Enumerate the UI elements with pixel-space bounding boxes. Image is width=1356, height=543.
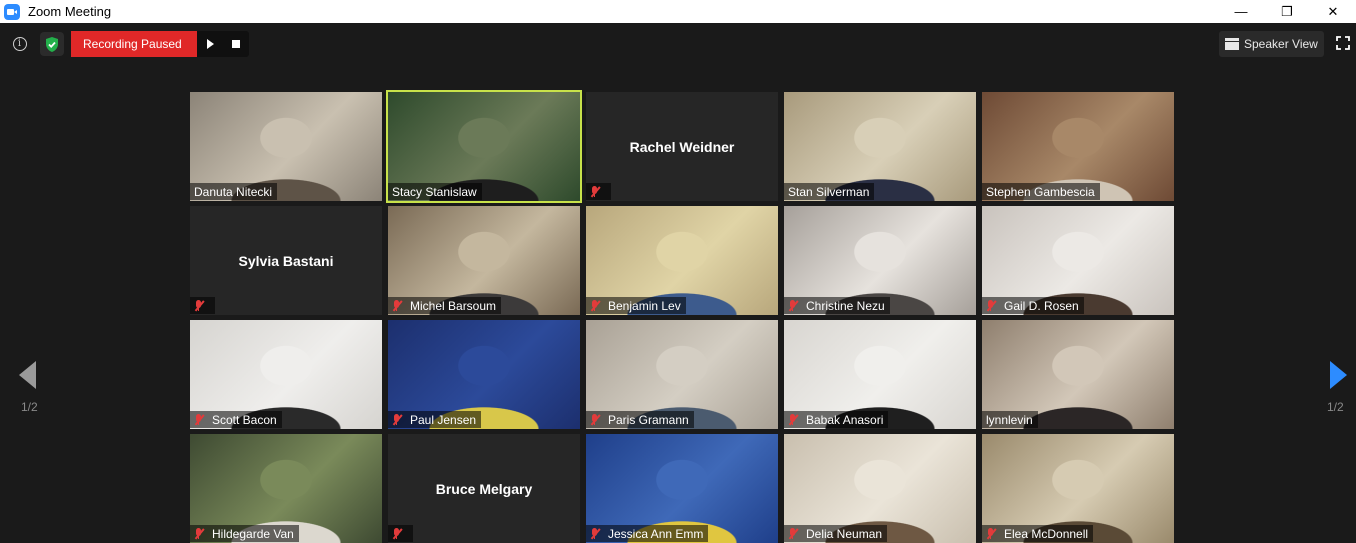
participant-nametag: Stan Silverman bbox=[784, 183, 875, 200]
participant-name: Paris Gramann bbox=[608, 412, 689, 427]
participant-nametag: Scott Bacon bbox=[190, 411, 282, 428]
security-shield-icon[interactable] bbox=[40, 32, 64, 56]
participant-tile[interactable]: Scott Bacon bbox=[190, 320, 382, 429]
participant-tile[interactable]: Stacy Stanislaw bbox=[386, 90, 582, 203]
participant-nametag: Hildegarde Van bbox=[190, 525, 299, 542]
speaker-view-icon bbox=[1225, 38, 1239, 50]
participant-tile[interactable]: Elea McDonnell bbox=[982, 434, 1174, 543]
participant-nametag: lynnlevin bbox=[982, 411, 1038, 428]
stop-icon bbox=[232, 40, 240, 48]
participant-name: Delia Neuman bbox=[806, 526, 883, 541]
participant-gallery: Danuta Nitecki Stacy Stanislaw Rachel Weid… bbox=[190, 90, 1176, 543]
participant-tile[interactable]: Sylvia Bastani bbox=[190, 206, 382, 315]
muted-mic-icon bbox=[192, 527, 206, 541]
muted-mic-icon bbox=[786, 413, 800, 427]
participant-tile[interactable]: Christine Nezu bbox=[784, 206, 976, 315]
title-bar: Zoom Meeting — ❐ ✕ bbox=[0, 0, 1356, 23]
participant-name-display: Sylvia Bastani bbox=[238, 252, 334, 269]
participant-nametag: Stacy Stanislaw bbox=[388, 183, 482, 200]
participant-name: Paul Jensen bbox=[410, 412, 477, 427]
minimize-button[interactable]: — bbox=[1218, 0, 1264, 23]
participant-name: lynnlevin bbox=[986, 412, 1033, 427]
meeting-info-icon[interactable]: i bbox=[9, 33, 30, 54]
speaker-view-label: Speaker View bbox=[1244, 37, 1318, 51]
zoom-app-icon bbox=[4, 3, 20, 20]
participant-tile[interactable]: Babak Anasori bbox=[784, 320, 976, 429]
participant-nametag: Paris Gramann bbox=[586, 411, 694, 428]
participant-name: Scott Bacon bbox=[212, 412, 277, 427]
restore-button[interactable]: ❐ bbox=[1264, 0, 1310, 23]
next-page-icon[interactable] bbox=[1330, 361, 1347, 389]
participant-tile[interactable]: Hildegarde Van bbox=[190, 434, 382, 543]
participant-tile[interactable]: Delia Neuman bbox=[784, 434, 976, 543]
participant-name: Gail D. Rosen bbox=[1004, 298, 1079, 313]
muted-mic-icon bbox=[786, 527, 800, 541]
muted-mic-icon bbox=[984, 527, 998, 541]
window-title: Zoom Meeting bbox=[28, 4, 112, 19]
participant-name-display: Rachel Weidner bbox=[629, 138, 735, 155]
participant-name: Christine Nezu bbox=[806, 298, 885, 313]
participant-tile[interactable]: Paul Jensen bbox=[388, 320, 580, 429]
page-indicator-right: 1/2 bbox=[1327, 400, 1344, 414]
participant-name: Jessica Ann Emm bbox=[608, 526, 704, 541]
recording-controls: Recording Paused bbox=[71, 31, 249, 57]
participant-tile[interactable]: Stephen Gambescia bbox=[982, 92, 1174, 201]
muted-mic-icon bbox=[588, 527, 602, 541]
participant-name-display: Bruce Melgary bbox=[435, 480, 533, 497]
muted-mic-icon bbox=[588, 413, 602, 427]
muted-mic-icon bbox=[786, 299, 800, 313]
participant-tile[interactable]: Paris Gramann bbox=[586, 320, 778, 429]
participant-tile[interactable]: Benjamin Lev bbox=[586, 206, 778, 315]
participant-nametag: Paul Jensen bbox=[388, 411, 482, 428]
participant-name: Stacy Stanislaw bbox=[392, 184, 477, 199]
participant-nametag bbox=[190, 297, 215, 314]
participant-tile[interactable]: Stan Silverman bbox=[784, 92, 976, 201]
previous-page-icon[interactable] bbox=[19, 361, 36, 389]
participant-tile[interactable]: lynnlevin bbox=[982, 320, 1174, 429]
muted-mic-icon bbox=[390, 413, 404, 427]
muted-mic-icon bbox=[390, 299, 404, 313]
participant-nametag: Delia Neuman bbox=[784, 525, 888, 542]
participant-tile[interactable]: Michel Barsoum bbox=[388, 206, 580, 315]
muted-mic-icon bbox=[984, 299, 998, 313]
recording-status: Recording Paused bbox=[71, 31, 197, 57]
participant-name: Benjamin Lev bbox=[608, 298, 681, 313]
window-controls: — ❐ ✕ bbox=[1218, 0, 1356, 23]
participant-name: Michel Barsoum bbox=[410, 298, 497, 313]
participant-nametag: Elea McDonnell bbox=[982, 525, 1094, 542]
participant-nametag: Danuta Nitecki bbox=[190, 183, 278, 200]
participant-nametag: Babak Anasori bbox=[784, 411, 889, 428]
page-indicator-left: 1/2 bbox=[21, 400, 38, 414]
participant-nametag: Michel Barsoum bbox=[388, 297, 502, 314]
participant-nametag: Gail D. Rosen bbox=[982, 297, 1084, 314]
stop-recording-button[interactable] bbox=[223, 31, 249, 57]
participant-nametag: Jessica Ann Emm bbox=[586, 525, 709, 542]
participant-tile[interactable]: Jessica Ann Emm bbox=[586, 434, 778, 543]
participant-tile[interactable]: Gail D. Rosen bbox=[982, 206, 1174, 315]
participant-name: Elea McDonnell bbox=[1004, 526, 1089, 541]
participant-nametag bbox=[388, 525, 413, 542]
participant-nametag: Stephen Gambescia bbox=[982, 183, 1100, 200]
participant-name: Hildegarde Van bbox=[212, 526, 294, 541]
muted-mic-icon bbox=[192, 299, 206, 313]
participant-tile[interactable]: Rachel Weidner bbox=[586, 92, 778, 201]
play-icon bbox=[206, 39, 214, 49]
participant-tile[interactable]: Bruce Melgary bbox=[388, 434, 580, 543]
participant-name: Danuta Nitecki bbox=[194, 184, 273, 199]
participant-nametag bbox=[586, 183, 611, 200]
resume-recording-button[interactable] bbox=[197, 31, 223, 57]
participant-nametag: Benjamin Lev bbox=[586, 297, 686, 314]
participant-name: Babak Anasori bbox=[806, 412, 884, 427]
participant-nametag: Christine Nezu bbox=[784, 297, 890, 314]
close-button[interactable]: ✕ bbox=[1310, 0, 1356, 23]
speaker-view-button[interactable]: Speaker View bbox=[1219, 31, 1324, 57]
participant-tile[interactable]: Danuta Nitecki bbox=[190, 92, 382, 201]
muted-mic-icon bbox=[588, 185, 602, 199]
participant-name: Stephen Gambescia bbox=[986, 184, 1095, 199]
fullscreen-icon[interactable] bbox=[1336, 36, 1350, 50]
participant-name: Stan Silverman bbox=[788, 184, 870, 199]
muted-mic-icon bbox=[192, 413, 206, 427]
muted-mic-icon bbox=[588, 299, 602, 313]
muted-mic-icon bbox=[390, 527, 404, 541]
